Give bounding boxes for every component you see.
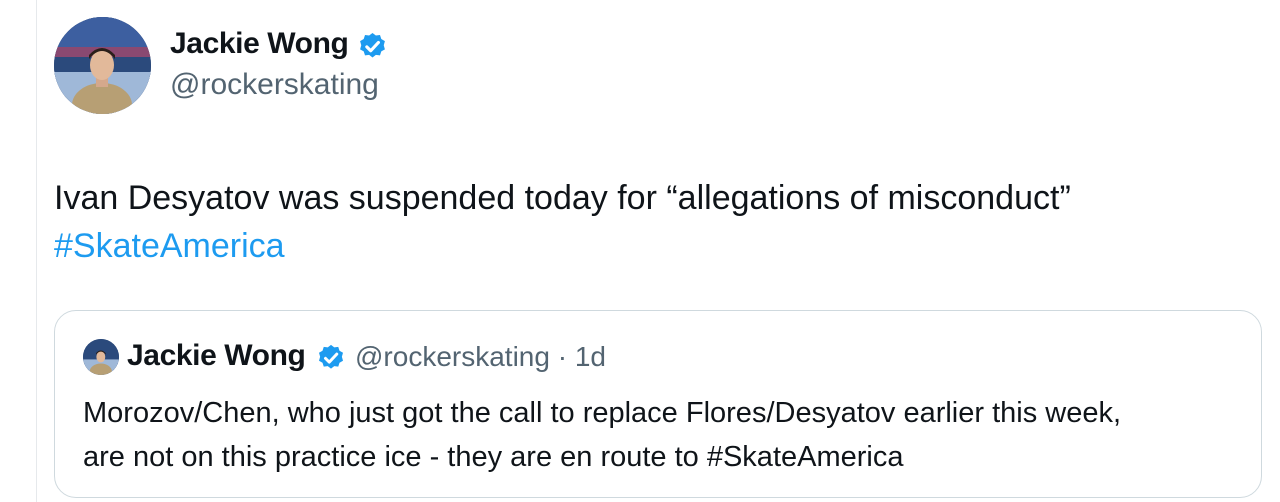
author-name[interactable]: Jackie Wong	[170, 27, 349, 61]
quoted-handle-time[interactable]: @rockerskating · 1d	[355, 341, 606, 373]
hashtag-link[interactable]: #SkateAmerica	[54, 222, 285, 270]
author-handle[interactable]: @rockerskating	[170, 68, 379, 102]
quoted-tweet-card[interactable]: Jackie Wong @rockerskating · 1d Morozov/…	[54, 310, 1262, 498]
tweet-text: Ivan Desyatov was suspended today for “a…	[54, 179, 1071, 217]
author-avatar[interactable]	[54, 17, 151, 114]
quoted-tweet-text: Morozov/Chen, who just got the call to r…	[83, 391, 1243, 479]
verified-badge-icon	[360, 32, 385, 58]
quoted-avatar-photo	[83, 339, 119, 375]
quoted-author-name[interactable]: Jackie Wong	[127, 339, 306, 373]
avatar-photo	[54, 17, 151, 114]
quoted-text-line: Morozov/Chen, who just got the call to r…	[83, 397, 1122, 429]
timeline-left-border	[36, 0, 37, 502]
quoted-author-avatar	[83, 339, 119, 375]
quoted-text-line: are not on this practice ice - they are …	[83, 441, 904, 473]
quoted-verified-badge-icon	[319, 344, 343, 369]
